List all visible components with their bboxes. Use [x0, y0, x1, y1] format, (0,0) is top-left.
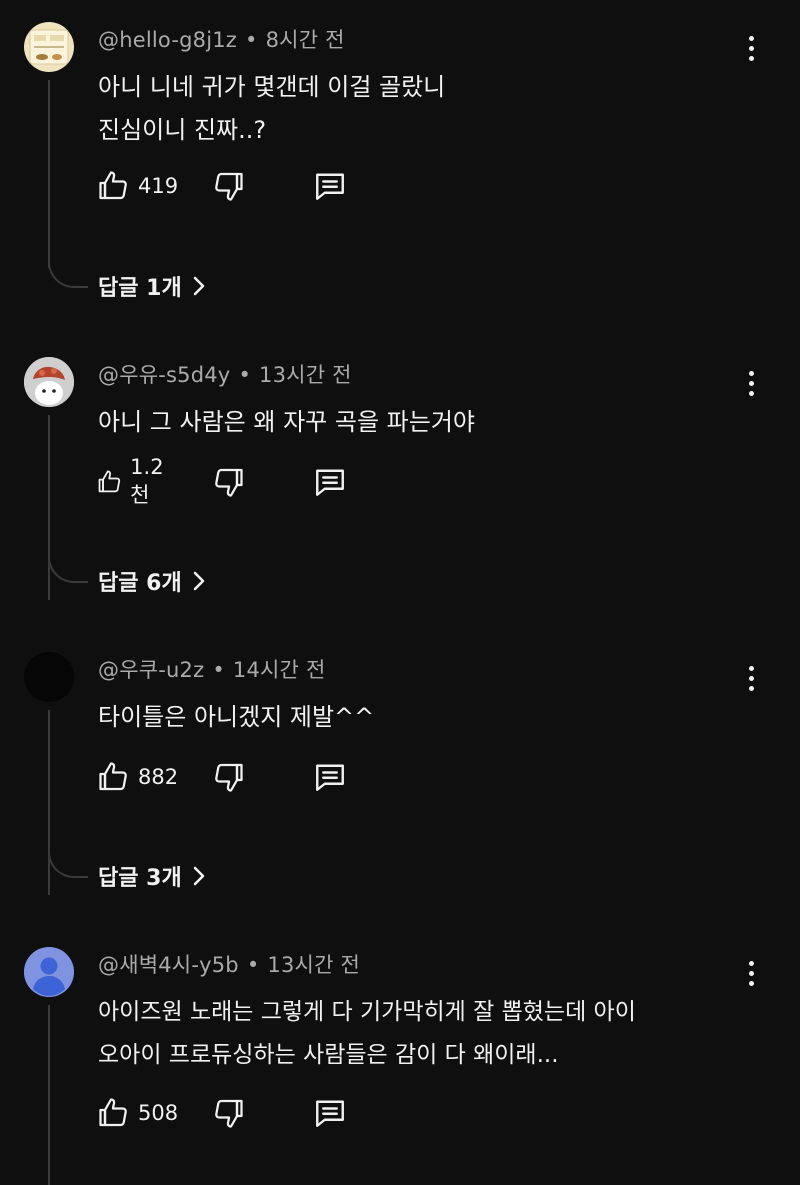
comment-text-line: 타이틀은 아니겠지 제발^^	[98, 703, 375, 731]
comment-time[interactable]: 13시간 전	[267, 953, 360, 977]
like-button[interactable]: 419	[96, 166, 178, 206]
comment-icon	[316, 173, 344, 200]
comment-icon	[316, 764, 344, 791]
more-vert-icon	[748, 960, 754, 966]
meta-separator: •	[238, 363, 252, 387]
reply-button[interactable]	[312, 1093, 348, 1133]
like-button[interactable]: 882	[96, 757, 178, 797]
like-count: 508	[138, 1101, 179, 1125]
meta-separator: •	[245, 28, 258, 52]
meta-separator: •	[212, 658, 225, 682]
thread-line	[48, 415, 50, 600]
thumb-down-icon	[215, 763, 243, 792]
thumb-up-icon	[99, 1098, 127, 1127]
thumb-up-icon	[99, 171, 127, 200]
reply-button[interactable]	[312, 757, 348, 797]
thread-line	[48, 710, 50, 895]
author-name[interactable]: @우유-s5d4y	[98, 363, 230, 387]
more-vert-icon	[748, 370, 754, 376]
replies-count: 답글 3개	[98, 866, 182, 891]
thread-curve	[48, 557, 88, 583]
chevron-right-icon	[193, 276, 204, 296]
thumb-up-icon	[98, 470, 121, 493]
comment-time[interactable]: 8시간 전	[266, 28, 345, 52]
comment-text: 타이틀은 아니겠지 제발^^	[98, 696, 374, 739]
more-vert-icon	[748, 665, 754, 671]
avatar[interactable]	[24, 947, 74, 997]
comment-text-line: 아니 그 사람은 왜 자꾸 곡을 파는거야	[98, 408, 475, 436]
comment-text: 아니 니네 귀가 몇갠데 이걸 골랐니 진심이니 진짜..?	[98, 66, 445, 152]
meta-separator: •	[246, 953, 260, 977]
replies-count: 답글 6개	[98, 571, 182, 596]
dislike-button[interactable]	[210, 166, 246, 206]
like-count: 419	[138, 174, 179, 198]
comment-icon	[316, 469, 344, 496]
thread-curve	[48, 262, 88, 288]
author-name[interactable]: @hello-g8j1z	[98, 28, 237, 52]
comment-text-line: 오아이 프로듀싱하는 사람들은 감이 다 왜이래...	[98, 1042, 559, 1068]
dislike-button[interactable]	[210, 757, 246, 797]
thread-line	[48, 80, 50, 268]
more-options-button[interactable]	[736, 363, 766, 403]
more-options-button[interactable]	[736, 953, 766, 993]
avatar[interactable]	[24, 652, 74, 702]
view-replies-button[interactable]: 답글 6개	[98, 565, 206, 597]
comment-meta: @우쿠-u2z • 14시간 전	[98, 654, 325, 684]
comment-time[interactable]: 14시간 전	[233, 658, 326, 682]
author-name[interactable]: @우쿠-u2z	[98, 658, 204, 682]
thumb-down-icon	[215, 1099, 243, 1128]
comment-meta: @hello-g8j1z • 8시간 전	[98, 24, 345, 54]
thread-line	[48, 1005, 50, 1185]
default-avatar-icon	[24, 947, 74, 997]
comment-text-line: 진심이니 진짜..?	[98, 116, 267, 144]
avatar[interactable]	[24, 22, 74, 72]
comment-text: 아이즈원 노래는 그렇게 다 기가막히게 잘 뽑혔는데 아이 오아이 프로듀싱하…	[98, 991, 636, 1077]
chevron-right-icon	[193, 866, 204, 886]
comment-text: 아니 그 사람은 왜 자꾸 곡을 파는거야	[98, 401, 475, 444]
comment-time[interactable]: 13시간 전	[259, 363, 352, 387]
like-button[interactable]: 508	[96, 1093, 178, 1133]
dislike-button[interactable]	[210, 1093, 246, 1133]
like-button[interactable]: 1.2천	[96, 455, 171, 507]
more-vert-icon	[748, 35, 754, 41]
avatar[interactable]	[24, 357, 74, 407]
thumb-down-icon	[215, 172, 243, 201]
chevron-right-icon	[193, 571, 204, 591]
thumb-up-icon	[99, 762, 127, 791]
author-name[interactable]: @새벽4시-y5b	[98, 953, 239, 977]
comment-meta: @우유-s5d4y • 13시간 전	[98, 359, 352, 389]
replies-count: 답글 1개	[98, 276, 182, 301]
more-options-button[interactable]	[736, 658, 766, 698]
view-replies-button[interactable]: 답글 1개	[98, 270, 206, 302]
thumb-down-icon	[215, 468, 243, 497]
like-count: 1.2천	[130, 455, 164, 507]
reply-button[interactable]	[312, 462, 348, 502]
view-replies-button[interactable]: 답글 3개	[98, 860, 206, 892]
reply-button[interactable]	[312, 166, 348, 206]
more-options-button[interactable]	[736, 28, 766, 68]
like-count: 882	[138, 765, 179, 789]
comment-text-line: 아이즈원 노래는 그렇게 다 기가막히게 잘 뽑혔는데 아이	[98, 999, 636, 1025]
dislike-button[interactable]	[210, 462, 246, 502]
comment-meta: @새벽4시-y5b • 13시간 전	[98, 949, 360, 979]
thread-curve	[48, 852, 88, 878]
comment-text-line: 아니 니네 귀가 몇갠데 이걸 골랐니	[98, 73, 446, 101]
comment-icon	[316, 1100, 344, 1127]
